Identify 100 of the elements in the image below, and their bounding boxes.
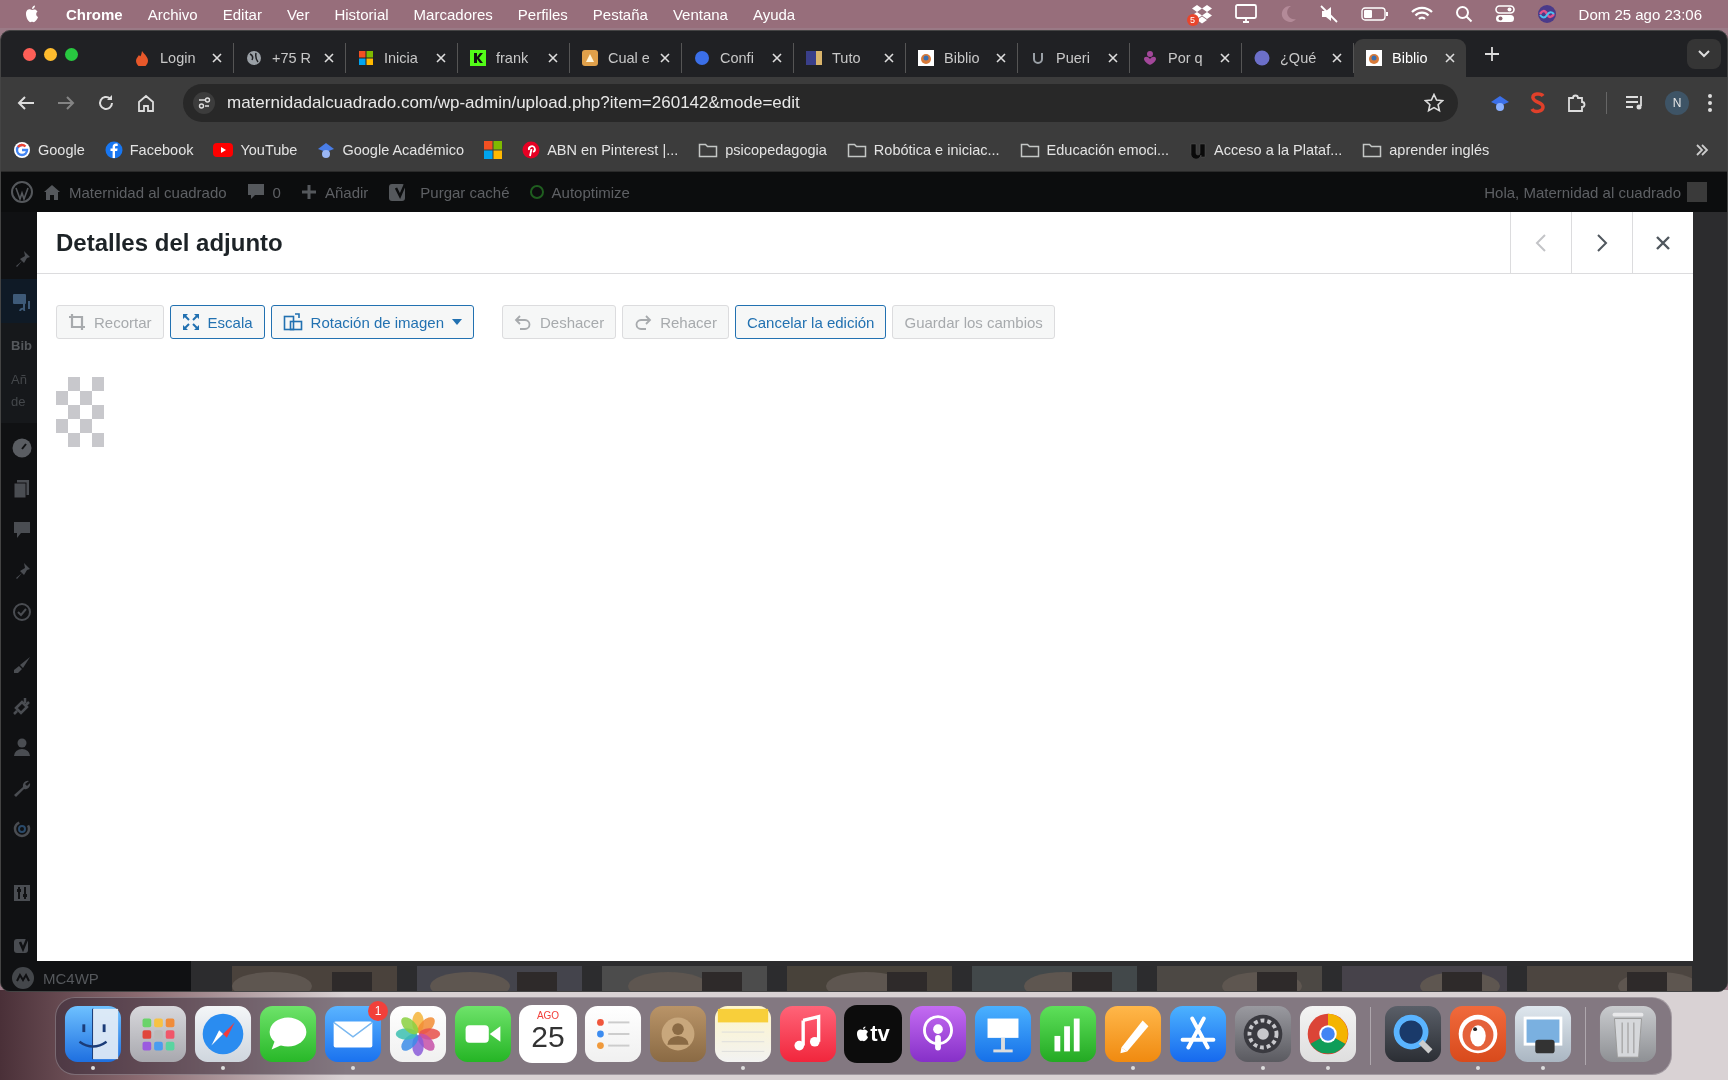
menu-item[interactable]: Marcadores	[413, 5, 493, 23]
close-icon[interactable]	[771, 52, 783, 64]
close-icon[interactable]	[1219, 52, 1231, 64]
close-icon	[1655, 234, 1671, 251]
graduation-cap-icon[interactable]	[1490, 93, 1510, 113]
site-name-link[interactable]: Maternidad al cuadrado	[43, 183, 227, 201]
menu-item[interactable]: Perfiles	[517, 5, 568, 23]
graduation-cap-icon	[317, 141, 336, 159]
menu-item[interactable]: Ventana	[672, 5, 728, 23]
colorful-logo-icon	[1366, 50, 1382, 66]
site-settings-icon[interactable]	[193, 92, 215, 114]
circle-icon	[694, 50, 710, 66]
minimize-window-button[interactable]	[44, 47, 57, 61]
browser-tab[interactable]: Inicia	[346, 43, 458, 73]
comments-link[interactable]: 0	[246, 183, 281, 201]
browser-tab[interactable]: Biblio	[1354, 39, 1466, 77]
cancel-button[interactable]: Cancelar la edición	[734, 305, 887, 339]
redo-icon	[634, 313, 653, 331]
bookmark[interactable]: Acceso a la Plataf...	[1189, 141, 1343, 159]
bookmark[interactable]: Facebook	[104, 141, 194, 159]
add-new-link[interactable]: Añadir	[300, 183, 369, 201]
four-squares-icon	[358, 50, 374, 66]
browser-tab[interactable]: ¿Qué	[1242, 43, 1354, 73]
bookmark[interactable]	[484, 141, 503, 159]
youtube-icon	[213, 143, 234, 157]
close-icon[interactable]	[547, 52, 559, 64]
heart-logo-icon	[1142, 50, 1158, 66]
wordpress-logo-icon[interactable]	[11, 181, 33, 203]
rotate-button[interactable]: Rotación de imagen	[270, 305, 474, 339]
toggles-icon[interactable]	[1494, 5, 1515, 23]
media-icon	[12, 291, 32, 311]
browser-tab[interactable]: Tuto	[794, 43, 906, 73]
autoptimize-link[interactable]: Autoptimize	[529, 183, 630, 201]
menu-item[interactable]: Editar	[222, 5, 262, 23]
close-window-button[interactable]	[23, 47, 36, 61]
search-icon[interactable]	[1454, 5, 1473, 23]
menu-item[interactable]: Archivo	[147, 5, 198, 23]
close-icon[interactable]	[323, 52, 335, 64]
purge-cache-link[interactable]: Purgar caché	[420, 183, 510, 201]
clock[interactable]: Dom 25 ago 23:06	[1578, 5, 1702, 23]
bookmark[interactable]: YouTube	[213, 142, 298, 158]
close-icon[interactable]	[1107, 52, 1119, 64]
apple-logo-icon	[856, 1026, 871, 1042]
sidebar-item[interactable]: MC4WP	[1, 966, 99, 990]
address-bar[interactable]: maternidadalcuadrado.com/wp-admin/upload.php?item=260142&mode=edit	[183, 84, 1458, 122]
folder-icon	[846, 142, 867, 158]
bookmark[interactable]: Robótica e iniciac...	[846, 142, 1000, 158]
home-icon	[137, 94, 155, 112]
bookmark[interactable]: psicopedagogia	[698, 142, 827, 158]
bookmark[interactable]: Educación emoci...	[1019, 142, 1170, 158]
close-icon[interactable]	[883, 52, 895, 64]
browser-tab[interactable]: Login	[122, 43, 234, 73]
colorful-logo-icon	[918, 50, 934, 66]
browser-tab[interactable]: Biblio	[906, 43, 1018, 73]
bookmark[interactable]: ABN en Pinterest |...	[522, 141, 679, 159]
display-icon[interactable]	[1234, 4, 1257, 24]
scale-button[interactable]: Escala	[169, 305, 265, 339]
browser-tab[interactable]: Por q	[1130, 43, 1242, 73]
bookmark[interactable]: Google	[13, 141, 85, 159]
menu-item[interactable]: Historial	[334, 5, 389, 23]
close-icon[interactable]	[995, 52, 1007, 64]
star-icon[interactable]	[1424, 93, 1444, 113]
browser-tab[interactable]: frank	[458, 43, 570, 73]
wifi-icon[interactable]	[1410, 6, 1433, 22]
maximize-window-button[interactable]	[65, 47, 78, 61]
browser-tab[interactable]: Cual e	[570, 43, 682, 73]
tab-search-button[interactable]	[1687, 39, 1721, 69]
bookmark[interactable]: Google Académico	[317, 141, 465, 159]
menu-item[interactable]: Pestaña	[592, 5, 648, 23]
bookmark[interactable]: aprender inglés	[1362, 142, 1490, 158]
clock-icon	[12, 601, 32, 622]
plus-icon[interactable]	[1484, 46, 1500, 62]
browser-tab[interactable]: +75 R	[234, 43, 346, 73]
close-icon[interactable]	[1331, 52, 1343, 64]
close-icon[interactable]	[1444, 52, 1456, 64]
brush-icon	[12, 654, 32, 675]
menu-item[interactable]: Ver	[286, 5, 310, 23]
chevron-down-icon	[1697, 49, 1711, 59]
tv-app-icon[interactable]: tv	[844, 1005, 902, 1063]
profile-avatar[interactable]: N	[1665, 91, 1689, 115]
home-button[interactable]	[135, 92, 157, 114]
menu-item[interactable]: Ayuda	[752, 5, 796, 23]
browser-tab[interactable]: Pueri	[1018, 43, 1130, 73]
folder-icon	[1362, 142, 1383, 158]
app-menu[interactable]: Chrome	[66, 5, 123, 23]
close-icon[interactable]	[659, 52, 671, 64]
puzzle-icon[interactable]	[1566, 92, 1588, 114]
close-icon[interactable]	[211, 52, 223, 64]
gauge-icon	[12, 437, 32, 458]
google-icon	[13, 141, 31, 159]
muted-speaker-icon[interactable]	[1318, 4, 1339, 24]
dropbox-icon[interactable]	[1190, 4, 1213, 24]
close-icon[interactable]	[435, 52, 447, 64]
battery-icon[interactable]	[1360, 7, 1389, 21]
calendar-icon[interactable]: AGO 25	[519, 1005, 577, 1063]
book-logo-icon	[806, 50, 822, 66]
browser-tab[interactable]: Confi	[682, 43, 794, 73]
more-menu-icon[interactable]	[1707, 93, 1713, 113]
facebook-icon	[104, 141, 123, 159]
account-menu[interactable]: Hola, Maternidad al cuadrado	[1484, 182, 1707, 202]
